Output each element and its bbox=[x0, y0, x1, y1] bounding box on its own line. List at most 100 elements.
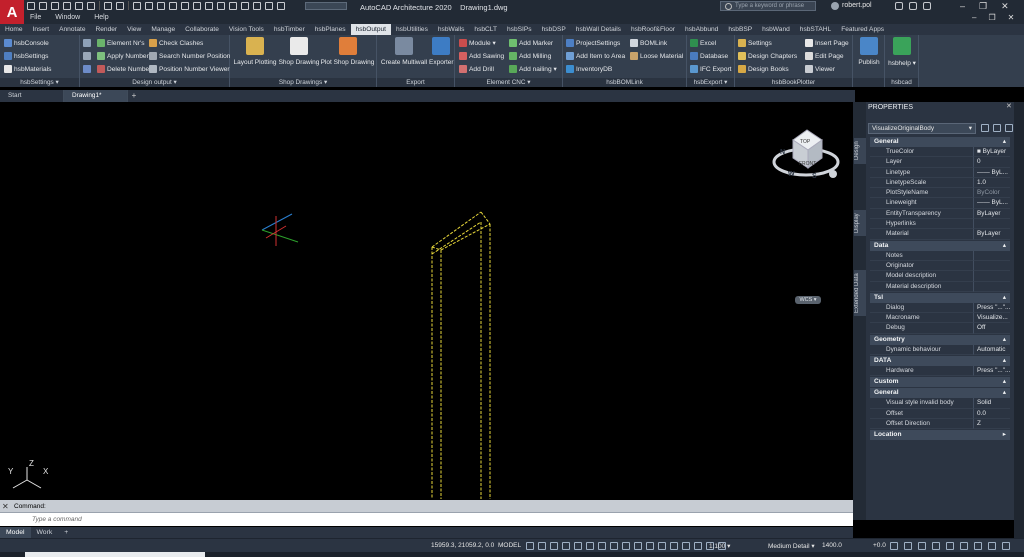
property-value[interactable]: Solid bbox=[973, 398, 1010, 409]
ribbon-tab[interactable]: hsbRoof&Floor bbox=[626, 24, 680, 35]
extended-data-tab[interactable]: Extended Data bbox=[854, 270, 866, 316]
search-number-position-button[interactable]: Search Number Position bbox=[149, 51, 230, 61]
property-row[interactable]: PlotStyleName ByColor bbox=[870, 188, 1010, 199]
new-icon[interactable] bbox=[27, 2, 35, 10]
hardware-acceleration-icon[interactable] bbox=[974, 542, 982, 550]
viewer-button[interactable]: Viewer bbox=[805, 64, 835, 74]
property-value[interactable] bbox=[973, 250, 1010, 261]
application-menu-button[interactable]: A bbox=[0, 0, 24, 24]
property-value[interactable]: —— ByL... bbox=[973, 198, 1010, 209]
loose-material-button[interactable]: Loose Material bbox=[630, 51, 683, 61]
ribbon-tab[interactable]: View bbox=[122, 24, 146, 35]
panel-label[interactable]: hsbSettings ▾ bbox=[0, 78, 79, 87]
property-value[interactable]: 1.0 bbox=[973, 177, 1010, 189]
osnap-icon[interactable] bbox=[610, 542, 618, 550]
panel-label[interactable]: Shop Drawings ▾ bbox=[230, 78, 376, 87]
cart-icon[interactable] bbox=[895, 2, 903, 10]
plugin-icon[interactable] bbox=[169, 2, 177, 10]
redo-icon[interactable] bbox=[116, 2, 124, 10]
viewcube-w[interactable]: W bbox=[788, 171, 795, 178]
user-account[interactable]: robert.pol bbox=[842, 2, 872, 9]
database-button[interactable]: Database bbox=[690, 51, 728, 61]
hsbconsole-button[interactable]: hsbConsole bbox=[4, 38, 49, 48]
add-milling-button[interactable]: Add Milling bbox=[509, 51, 551, 61]
property-row[interactable]: Offset 0.0 bbox=[870, 408, 1010, 419]
search-input[interactable]: Type a keyword or phrase bbox=[720, 1, 816, 11]
property-value[interactable] bbox=[973, 219, 1010, 230]
property-section-header[interactable]: DATA bbox=[870, 356, 1010, 367]
property-section-header[interactable]: Geometry bbox=[870, 334, 1010, 345]
command-input[interactable]: Type a command bbox=[0, 513, 853, 526]
property-section-header[interactable]: General bbox=[870, 137, 1010, 147]
snap-icon[interactable] bbox=[538, 542, 546, 550]
panel-label[interactable]: Design output ▾ bbox=[80, 78, 229, 87]
wcs-menu[interactable]: WCS ▾ bbox=[795, 296, 821, 304]
print-icon[interactable] bbox=[87, 2, 95, 10]
menu-file[interactable]: File bbox=[30, 14, 41, 21]
restore-icon[interactable]: ❐ bbox=[979, 1, 987, 12]
plot-shop-drawing-button[interactable]: Plot Shop Drawing bbox=[320, 37, 375, 66]
property-section-header[interactable]: Location bbox=[870, 430, 1010, 441]
doc-close-icon[interactable]: ✕ bbox=[1008, 13, 1015, 22]
plugin-icon[interactable] bbox=[181, 2, 189, 10]
plugin-icon[interactable] bbox=[241, 2, 249, 10]
hsbsettings-button[interactable]: hsbSettings bbox=[4, 51, 48, 61]
property-value[interactable]: —— ByL... bbox=[973, 167, 1010, 178]
property-row[interactable]: Dialog Press "..."... bbox=[870, 302, 1010, 314]
exchange-icon[interactable] bbox=[909, 2, 917, 10]
ortho-icon[interactable] bbox=[562, 542, 570, 550]
timber-member[interactable] bbox=[431, 211, 491, 499]
property-value[interactable]: ■ ByLayer bbox=[973, 147, 1010, 158]
property-value[interactable]: 0.0 bbox=[973, 408, 1010, 419]
property-section-header[interactable]: General bbox=[870, 388, 1010, 399]
publish-button[interactable]: Publish bbox=[854, 37, 884, 66]
property-value[interactable]: Off bbox=[973, 323, 1010, 334]
annotation-scale[interactable]: 1:100 ▾ bbox=[709, 542, 730, 550]
lineweight-icon[interactable] bbox=[622, 542, 630, 550]
check-clashes-button[interactable]: Check Clashes bbox=[149, 38, 203, 48]
polar-icon[interactable] bbox=[574, 542, 582, 550]
ribbon-tab[interactable]: hsbWalls bbox=[433, 24, 470, 35]
property-value[interactable]: 0 bbox=[973, 157, 1010, 168]
coordinates-readout[interactable]: 15959.3, 21059.2, 0.0 bbox=[431, 542, 494, 549]
hsbhelp-button[interactable]: hsbhelp ▾ bbox=[886, 37, 918, 67]
close-icon[interactable]: ✕ bbox=[2, 502, 9, 511]
grid-icon[interactable] bbox=[83, 64, 91, 74]
drawing-canvas[interactable]: Z Y X FRONT TOP N W S bbox=[0, 102, 853, 499]
property-row[interactable]: Originator bbox=[870, 260, 1010, 272]
display-configuration[interactable]: Medium Detail ▾ bbox=[768, 542, 815, 550]
apply-numbers-button[interactable]: Apply Numbers bbox=[97, 51, 152, 61]
isodraft-icon[interactable] bbox=[586, 542, 594, 550]
position-number-viewer-button[interactable]: Position Number Viewer bbox=[149, 64, 230, 74]
property-row[interactable]: Visual style invalid body Solid bbox=[870, 398, 1010, 409]
workspace-dropdown[interactable] bbox=[305, 2, 347, 10]
toggle-pickadd-icon[interactable] bbox=[1005, 124, 1013, 132]
3d-osnap-icon[interactable] bbox=[658, 542, 666, 550]
ribbon-tab[interactable]: hsbWand bbox=[757, 24, 795, 35]
property-row[interactable]: EntityTransparency ByLayer bbox=[870, 208, 1010, 220]
display-tab[interactable]: Display bbox=[854, 210, 866, 236]
module-button[interactable]: Module ▾ bbox=[459, 38, 496, 48]
cloud-icon[interactable] bbox=[75, 2, 83, 10]
properties-scrollbar[interactable] bbox=[1014, 102, 1024, 538]
property-value[interactable]: Visualize... bbox=[973, 313, 1010, 324]
property-row[interactable]: Offset Direction Z bbox=[870, 418, 1010, 430]
text-style-icon[interactable] bbox=[83, 51, 91, 61]
panel-label[interactable]: hsbExport ▾ bbox=[687, 78, 734, 87]
design-chapters-button[interactable]: Design Chapters bbox=[738, 51, 797, 61]
add-sawing-button[interactable]: Add Sawing bbox=[459, 51, 504, 61]
ribbon-tab[interactable]: hsbCLT bbox=[469, 24, 502, 35]
new-tab-button[interactable]: + bbox=[128, 90, 140, 102]
create-multiwall-button[interactable]: Create Multiwall bbox=[379, 37, 429, 66]
property-row[interactable]: TrueColor ■ ByLayer bbox=[870, 147, 1010, 158]
property-row[interactable]: Hyperlinks bbox=[870, 219, 1010, 230]
save-as-icon[interactable] bbox=[63, 2, 71, 10]
ribbon-tab[interactable]: hsbDSP bbox=[537, 24, 571, 35]
property-value[interactable]: ByLayer bbox=[973, 208, 1010, 220]
annotation-monitor-icon[interactable] bbox=[904, 542, 912, 550]
select-objects-icon[interactable] bbox=[993, 124, 1001, 132]
bp-settings-button[interactable]: Settings bbox=[738, 38, 772, 48]
ribbon-tab[interactable]: hsbSTAHL bbox=[795, 24, 836, 35]
plugin-icon[interactable] bbox=[193, 2, 201, 10]
property-value[interactable]: ByLayer bbox=[973, 229, 1010, 240]
